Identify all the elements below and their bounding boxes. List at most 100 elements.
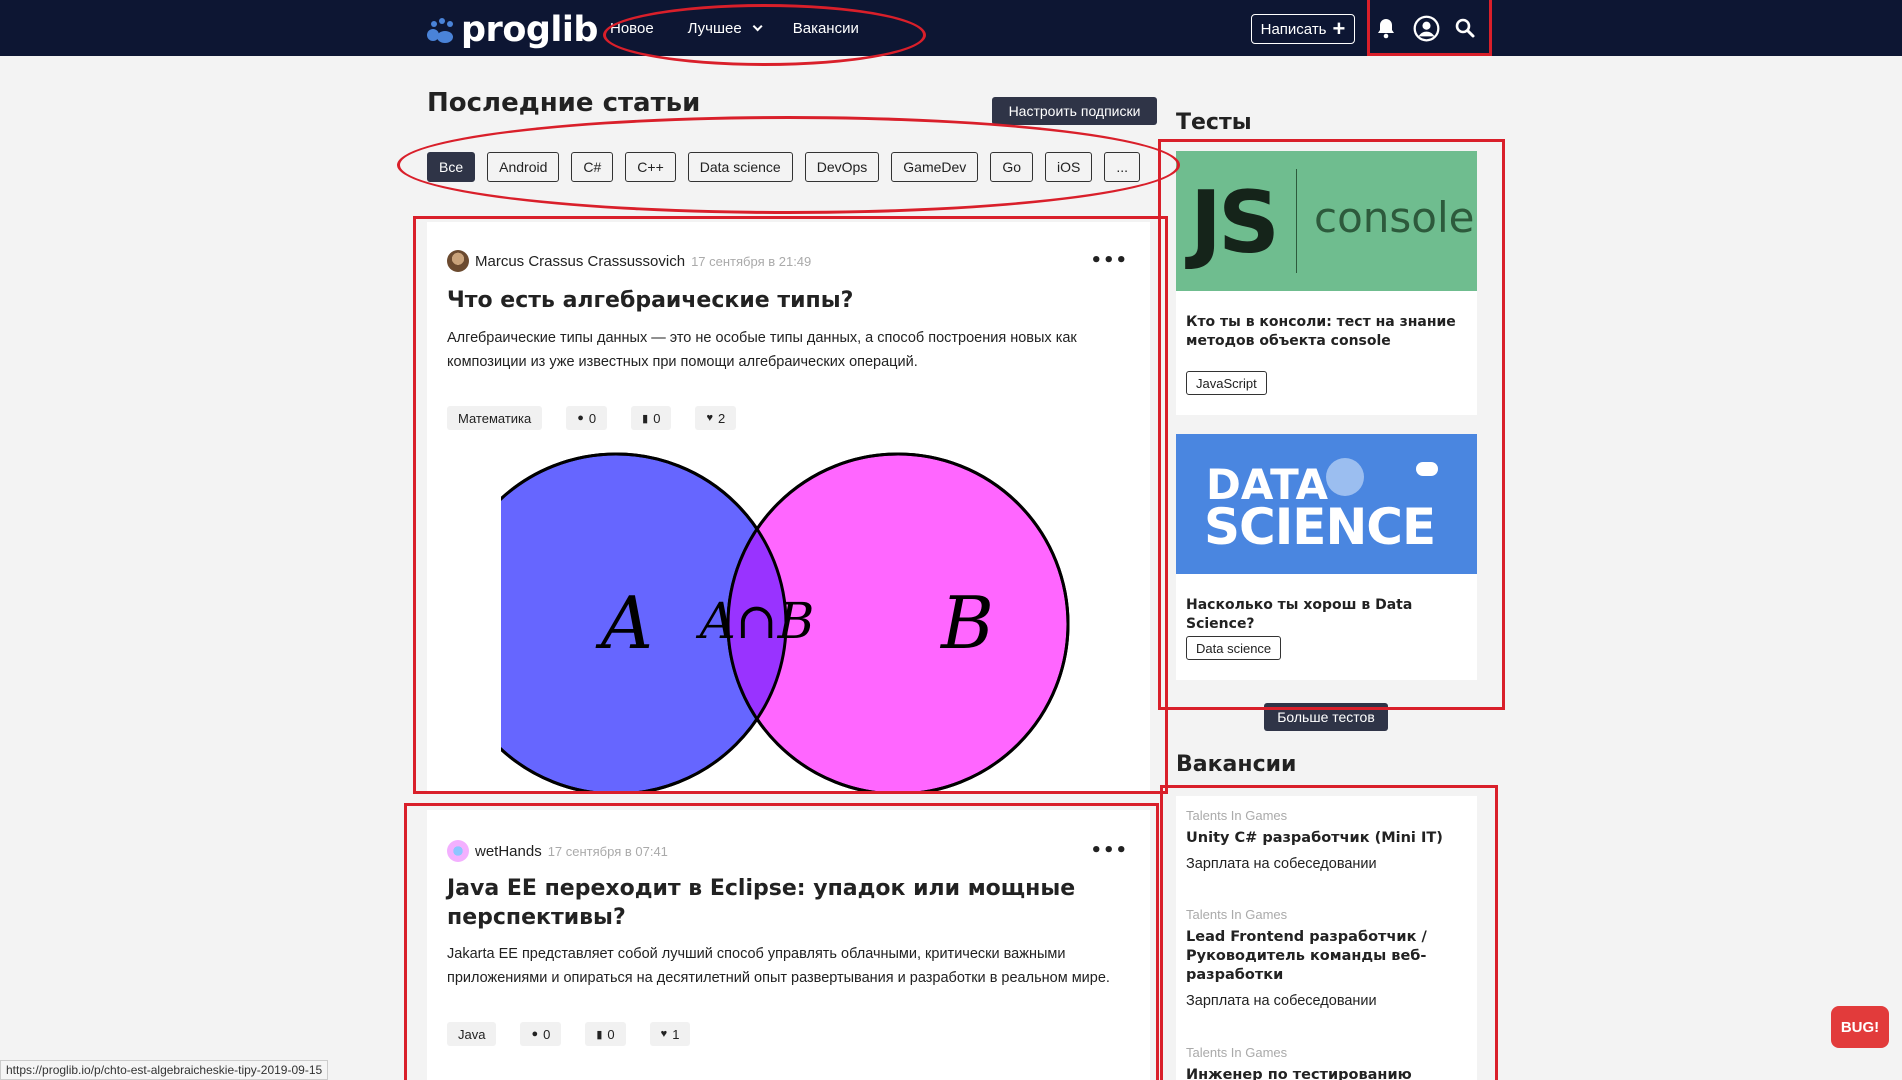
tests-section-title: Тесты [1176,110,1252,135]
job-item[interactable]: Talents In Games Unity C# разработчик (M… [1186,808,1471,872]
tag-filter-cpp[interactable]: C++ [625,152,676,182]
likes-count: 1 [672,1026,680,1042]
venn-label-b: B [939,581,994,665]
bookmark-icon: ▮ [596,1028,603,1041]
search-icon[interactable] [1453,16,1477,40]
bug-report-button[interactable]: BUG! [1831,1006,1889,1048]
jobs-section-title: Вакансии [1176,752,1297,777]
more-options-icon[interactable]: ••• [1090,842,1128,860]
post-meta-row: Java ● 0 ▮ 0 ♥ 1 [447,1022,714,1046]
venn-label-ab: A∩B [696,592,815,650]
likes-count: 2 [717,410,726,426]
comments-counter[interactable]: ● 0 [520,1022,562,1046]
tag-filter-data-science[interactable]: Data science [687,152,793,182]
nav-item-best-label: Лучшее [687,19,742,37]
post-title[interactable]: Что есть алгебраические типы? [447,286,1137,315]
test-title[interactable]: Насколько ты хорош в Data Science? [1186,596,1471,634]
job-company: Talents In Games [1186,1045,1288,1060]
tag-filter-ios[interactable]: iOS [1045,152,1093,182]
heart-icon: ♥ [660,1028,668,1040]
tag-filter-bar: Все Android C# C++ Data science DevOps G… [427,152,1152,182]
bookmark-icon: ▮ [642,412,649,425]
post-description: Алгебраические типы данных — это не особ… [447,330,1077,370]
job-salary: Зарплата на собеседовании [1186,993,1377,1009]
pie-chart-icon [1326,458,1364,496]
chevron-down-icon [752,20,763,31]
tag-filter-csharp[interactable]: C# [571,152,614,182]
job-title[interactable]: Инженер по тестированию [1186,1066,1471,1080]
bookmarks-counter[interactable]: ▮ 0 [585,1022,626,1046]
test-card[interactable]: JS console Кто ты в консоли: тест на зна… [1176,151,1477,415]
job-item[interactable]: Talents In Games Инженер по тестированию [1186,1045,1471,1080]
avatar[interactable] [447,250,469,272]
test-cover-image[interactable]: DATA SCIENCE [1176,434,1477,574]
author-name[interactable]: Marcus Crassus Crassussovich [475,253,685,270]
jobs-list: Talents In Games Unity C# разработчик (M… [1176,796,1477,1080]
post-tag[interactable]: Java [447,1022,497,1046]
test-title[interactable]: Кто ты в консоли: тест на знание методов… [1186,313,1471,351]
nav-item-jobs[interactable]: Вакансии [793,20,859,37]
job-company: Talents In Games [1186,907,1288,922]
bell-icon[interactable] [1374,16,1398,40]
author-name[interactable]: wetHands [475,843,542,860]
comments-counter[interactable]: ● 0 [566,406,608,430]
more-options-icon[interactable]: ••• [1090,252,1128,270]
post-title[interactable]: Java EE переходит в Eclipse: упадок или … [447,874,1137,932]
comment-icon: ● [577,412,584,424]
avatar[interactable] [447,840,469,862]
test-tag[interactable]: Data science [1186,636,1282,660]
tag-filter-gamedev[interactable]: GameDev [891,152,979,182]
test-card[interactable]: DATA SCIENCE Насколько ты хорош в Data S… [1176,434,1477,680]
comment-icon: ● [531,1028,539,1040]
cover-text-console: console [1314,193,1475,242]
top-navbar: proglib Новое Лучшее Вакансии Написать + [0,0,1902,56]
bookmarks-count: 0 [607,1026,615,1042]
bookmarks-counter[interactable]: ▮ 0 [631,406,672,430]
write-button-label: Написать [1260,20,1327,38]
comments-count: 0 [543,1026,551,1042]
main-nav: Новое Лучшее Вакансии [610,0,893,56]
job-salary: Зарплата на собеседовании [1186,856,1377,872]
more-tests-button[interactable]: Больше тестов [1264,703,1388,731]
status-bar-url: https://proglib.io/p/chto-est-algebraich… [0,1060,329,1080]
proglib-logo[interactable]: proglib [427,10,598,50]
nav-item-best[interactable]: Лучшее [687,19,763,37]
user-circle-icon[interactable] [1413,15,1440,42]
post-date: 17 сентября в 21:49 [691,253,812,269]
post-author-row: wetHands 17 сентября в 07:41 [447,840,668,862]
post-card[interactable]: Marcus Crassus Crassussovich 17 сентября… [427,222,1150,792]
venn-label-a: A [595,581,653,665]
venn-diagram-image[interactable]: A A∩B B [501,448,1081,792]
page-title: Последние статьи [427,88,701,118]
heart-icon: ♥ [706,412,713,424]
cover-text-js: JS [1190,173,1280,273]
cover-divider [1296,169,1297,273]
subscriptions-button[interactable]: Настроить подписки [992,97,1157,125]
plus-icon: + [1332,16,1346,41]
tag-filter-go[interactable]: Go [990,152,1033,182]
cover-text-science: SCIENCE [1204,498,1436,556]
likes-counter[interactable]: ♥ 1 [649,1022,691,1046]
likes-counter[interactable]: ♥ 2 [695,406,737,430]
paw-logo-icon [427,17,457,43]
tag-filter-android[interactable]: Android [487,152,560,182]
test-tag[interactable]: JavaScript [1186,371,1267,395]
bookmarks-count: 0 [653,410,661,426]
post-card[interactable]: wetHands 17 сентября в 07:41 ••• Java EE… [427,810,1150,1080]
job-company: Talents In Games [1186,808,1288,823]
tag-filter-all[interactable]: Все [427,152,476,182]
post-tag[interactable]: Математика [447,406,543,430]
write-button[interactable]: Написать + [1251,14,1355,44]
job-title[interactable]: Lead Frontend разработчик / Руководитель… [1186,928,1471,985]
job-item[interactable]: Talents In Games Lead Frontend разработч… [1186,907,1471,1009]
job-title[interactable]: Unity C# разработчик (Mini IT) [1186,829,1471,848]
tag-filter-more[interactable]: ... [1104,152,1141,182]
comments-count: 0 [588,410,597,426]
test-cover-image[interactable]: JS console [1176,151,1477,291]
tag-filter-devops[interactable]: DevOps [804,152,880,182]
post-date: 17 сентября в 07:41 [547,843,668,859]
post-description: Jakarta EE представляет собой лучший спо… [447,946,1110,986]
nav-item-new[interactable]: Новое [610,20,654,37]
post-author-row: Marcus Crassus Crassussovich 17 сентября… [447,250,811,272]
cloud-icon [1416,462,1438,476]
